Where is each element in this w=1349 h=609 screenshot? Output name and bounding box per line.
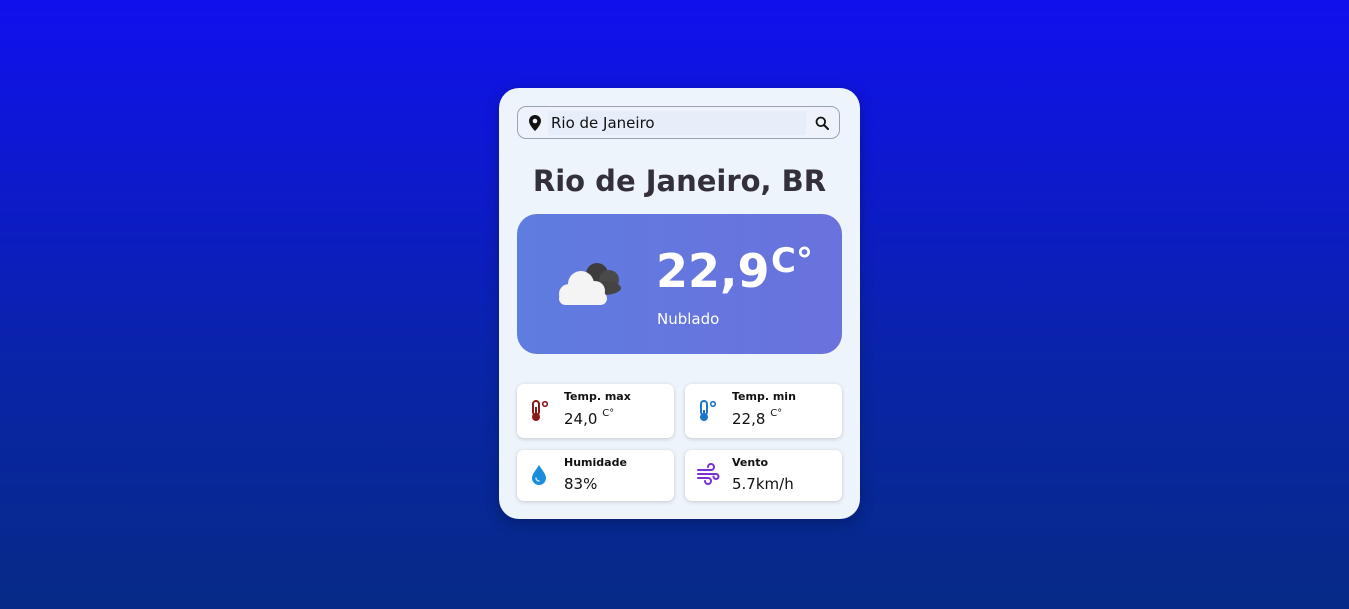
location-pin-icon	[529, 115, 541, 135]
temperature-unit: C°	[771, 241, 813, 281]
weather-condition: Nublado	[657, 310, 720, 328]
humidity-card: Humidade 83%	[517, 450, 674, 501]
wind-value: 5.7km/h	[732, 475, 794, 493]
current-temperature: 22,9	[656, 244, 770, 298]
thermometer-hot-icon	[528, 399, 552, 427]
temp-min-card: Temp. min 22,8 C°	[685, 384, 842, 438]
temp-max-value: 24,0 C°	[564, 408, 615, 428]
wind-card: Vento 5.7km/h	[685, 450, 842, 501]
temp-max-card: Temp. max 24,0 C°	[517, 384, 674, 438]
humidity-value: 83%	[564, 475, 598, 493]
search-bar	[517, 106, 840, 139]
wind-label: Vento	[732, 456, 769, 469]
search-icon[interactable]	[815, 115, 829, 134]
thermometer-cold-icon	[696, 399, 720, 427]
current-weather-panel: 22,9 C° Nublado	[517, 214, 842, 354]
temp-min-label: Temp. min	[732, 390, 796, 403]
water-drop-icon	[528, 463, 550, 491]
search-input[interactable]	[548, 111, 806, 135]
wind-icon	[696, 463, 720, 489]
weather-card: Rio de Janeiro, BR 22,9 C° Nublado	[499, 88, 860, 519]
cloudy-icon	[551, 256, 625, 314]
temp-min-value: 22,8 C°	[732, 408, 783, 428]
temp-max-label: Temp. max	[564, 390, 631, 403]
location-title: Rio de Janeiro, BR	[532, 164, 827, 198]
humidity-label: Humidade	[564, 456, 627, 469]
